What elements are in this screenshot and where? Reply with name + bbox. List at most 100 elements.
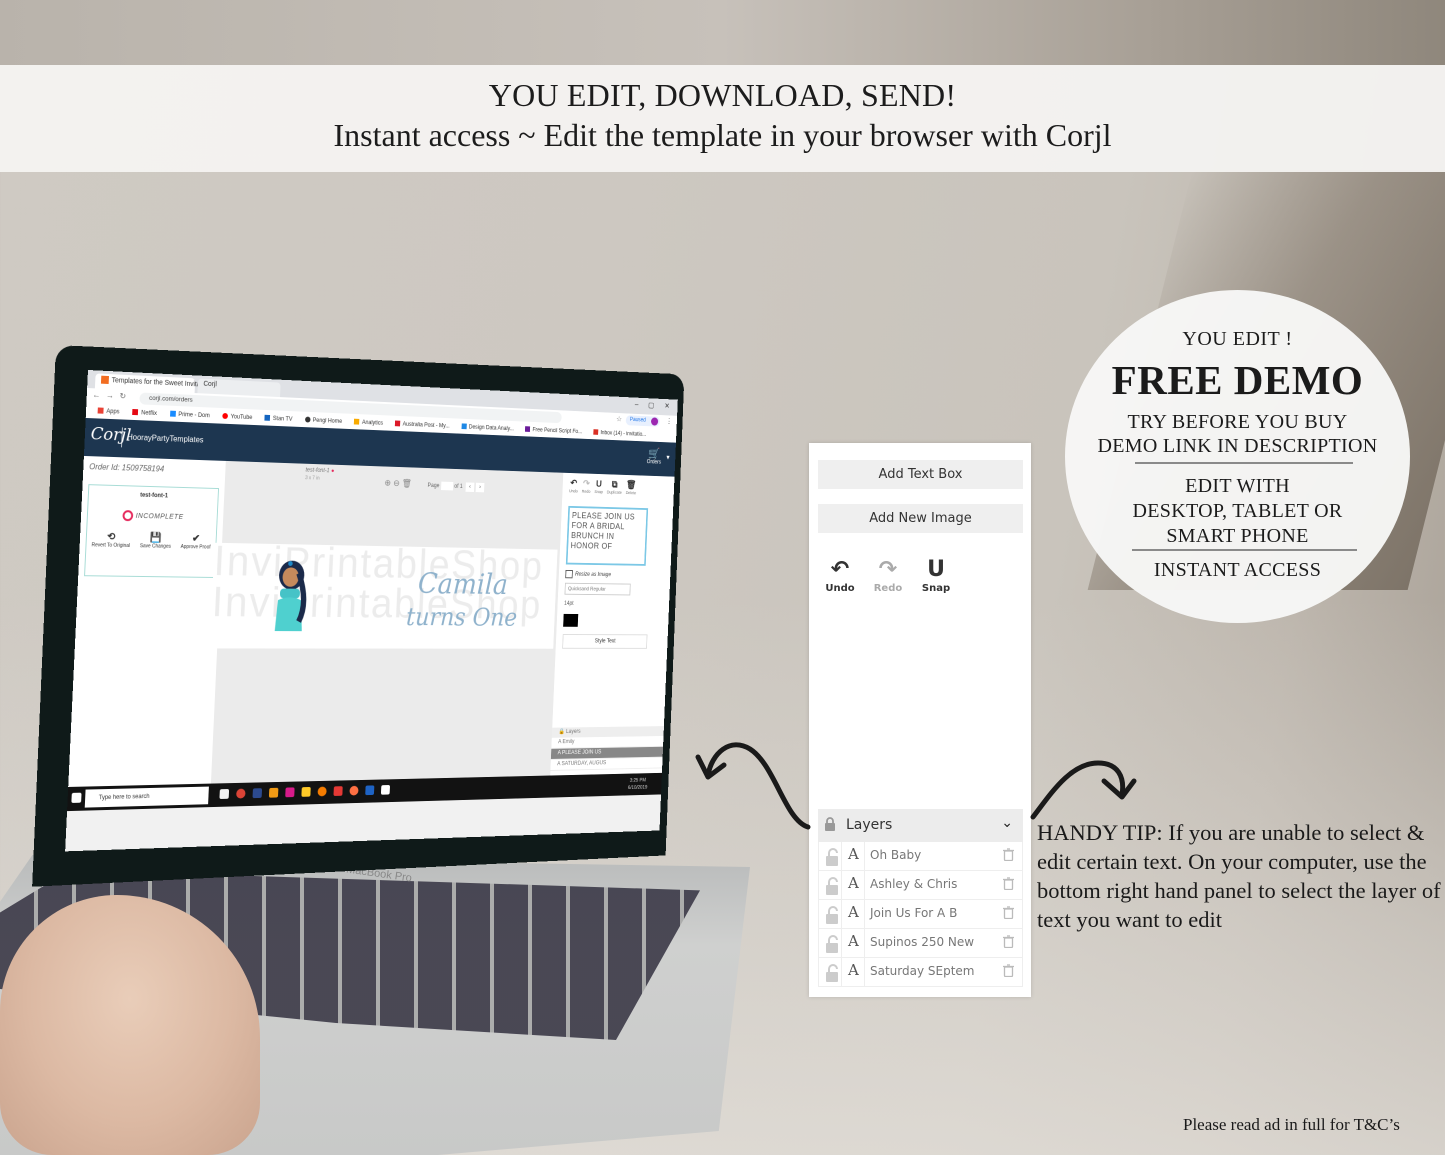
- taskbar-search[interactable]: Type here to search: [84, 786, 209, 808]
- undo-button[interactable]: ↶ Undo: [825, 557, 855, 594]
- editor-panel-zoom: Add Text Box Add New Image ↶ Undo ↷ Redo…: [809, 443, 1031, 997]
- redo-button[interactable]: ↷ Redo: [873, 557, 903, 594]
- duplicate-icon: ⧉: [611, 479, 618, 491]
- bookmark[interactable]: Stan TV: [264, 412, 293, 427]
- unlock-icon[interactable]: [825, 848, 847, 870]
- unlock-icon[interactable]: [825, 906, 847, 928]
- unlock-icon[interactable]: [825, 935, 847, 957]
- illustrator-icon[interactable]: [268, 787, 279, 798]
- delete-button[interactable]: 🗑 Delete: [626, 480, 637, 495]
- trash-icon[interactable]: [1003, 906, 1014, 919]
- menu-icon[interactable]: ⋮: [666, 417, 673, 425]
- reload-icon[interactable]: ↻: [119, 392, 126, 401]
- order-id: Order Id: 1509758194: [89, 462, 165, 474]
- trash-icon[interactable]: [1003, 935, 1014, 948]
- banner-design[interactable]: InviPrintableShop InviPrintableShop Cami…: [209, 542, 558, 649]
- layers-panel: Layers ⌄ A Oh Baby A Ashley & Chris A Jo…: [818, 809, 1023, 987]
- page-input[interactable]: [440, 481, 453, 491]
- canvas-tools: ⊕ ⊖ 🗑: [384, 478, 412, 489]
- editor-tools: ↶ Undo ↷ Redo U Snap: [825, 557, 951, 594]
- layer-name: Join Us For A B: [870, 906, 958, 920]
- color-swatch[interactable]: [563, 613, 579, 627]
- badge-title: FREE DEMO: [1111, 357, 1364, 403]
- zoom-out-icon[interactable]: ⊖: [393, 478, 400, 488]
- layer-row[interactable]: A Join Us For A B: [818, 900, 1023, 929]
- layer-row[interactable]: A Oh Baby: [818, 842, 1023, 871]
- resize-checkbox[interactable]: Resize as Image: [565, 569, 611, 579]
- unlock-icon[interactable]: [825, 877, 847, 899]
- add-new-image-button[interactable]: Add New Image: [818, 504, 1023, 533]
- close-window-icon[interactable]: ✕: [664, 402, 670, 410]
- layer-row[interactable]: A Supinos 250 New: [818, 929, 1023, 958]
- font-size-select[interactable]: 14pt: [564, 601, 574, 607]
- media-player-icon[interactable]: [317, 786, 327, 797]
- windows-start-icon[interactable]: [71, 792, 82, 803]
- firefox-icon[interactable]: [349, 785, 359, 796]
- canvas-text-name[interactable]: Camila: [417, 568, 508, 602]
- profile-button[interactable]: Paused: [625, 415, 660, 427]
- template-name: test-font-1: [139, 492, 169, 500]
- indesign-icon[interactable]: [285, 787, 295, 798]
- trash-icon[interactable]: [1003, 848, 1014, 861]
- mini-layer-item[interactable]: A SATURDAY, AUGUS: [550, 757, 663, 771]
- style-text-dropdown[interactable]: Style Text: [562, 634, 648, 649]
- text-type-icon: A: [848, 932, 859, 950]
- save-button[interactable]: 💾 Save Changes: [140, 532, 172, 550]
- trash-icon: 🗑: [625, 480, 637, 491]
- caret-down-icon[interactable]: ▼: [665, 455, 671, 461]
- next-page-button[interactable]: ›: [475, 482, 485, 493]
- undo-button[interactable]: ↶ Undo: [569, 478, 578, 494]
- snap-button[interactable]: U Snap: [594, 479, 603, 494]
- redo-button[interactable]: ↷ Redo: [582, 479, 591, 494]
- badge-instant-access: INSTANT ACCESS: [1153, 559, 1322, 581]
- layer-row[interactable]: A Saturday SEptem: [818, 958, 1023, 987]
- font-select[interactable]: Quicksand Regular: [564, 582, 631, 596]
- avatar: [650, 417, 659, 426]
- undo-icon: ↶: [830, 557, 850, 582]
- bookmark[interactable]: Netflix: [132, 406, 157, 421]
- duplicate-button[interactable]: ⧉ Duplicate: [607, 480, 623, 495]
- zoom-in-icon[interactable]: ⊕: [384, 478, 391, 488]
- layer-name: Supinos 250 New: [870, 935, 975, 949]
- add-text-box-button[interactable]: Add Text Box: [818, 460, 1023, 489]
- text-type-icon: A: [848, 874, 859, 892]
- folder-icon[interactable]: [301, 786, 311, 797]
- magnet-icon: U: [595, 479, 603, 490]
- orders-button[interactable]: 🛒 Orders: [647, 447, 662, 465]
- trash-icon[interactable]: 🗑: [402, 478, 412, 488]
- system-clock[interactable]: 3:25 PM 6/10/2019: [628, 777, 648, 792]
- snap-button[interactable]: U Snap: [921, 557, 951, 594]
- forward-icon[interactable]: →: [106, 391, 114, 400]
- template-card[interactable]: test-font-1 INCOMPLETE ⟲ Revert To Origin…: [84, 484, 220, 578]
- outlook-icon[interactable]: [365, 785, 375, 796]
- minimize-icon[interactable]: –: [635, 400, 639, 408]
- trash-icon[interactable]: [1003, 877, 1014, 890]
- orders-panel: Order Id: 1509758194 test-font-1 INCOMPL…: [65, 455, 226, 852]
- canvas-text-subtitle[interactable]: turns One: [406, 603, 518, 632]
- prev-page-button[interactable]: ‹: [465, 482, 475, 493]
- back-icon[interactable]: ←: [92, 390, 100, 399]
- layer-row[interactable]: A Ashley & Chris: [818, 871, 1023, 900]
- curly-arrow-right-icon: [1030, 760, 1137, 820]
- approve-button[interactable]: ✔ Approve Proof: [181, 533, 212, 550]
- corjl-logo[interactable]: Corjl: [90, 424, 131, 445]
- star-icon[interactable]: ☆: [616, 415, 622, 423]
- bookmark[interactable]: Apps: [97, 404, 120, 419]
- badge-devices: EDIT WITH DESKTOP, TABLET OR SMART PHONE: [1132, 475, 1343, 547]
- revert-button[interactable]: ⟲ Revert To Original: [91, 531, 130, 549]
- bookmark[interactable]: YouTube: [222, 410, 253, 425]
- chrome-icon[interactable]: [236, 788, 246, 799]
- selected-text-input[interactable]: PLEASE JOIN US FOR A BRIDAL BRUNCH IN HO…: [565, 505, 649, 566]
- photoshop-icon[interactable]: [252, 788, 263, 799]
- acrobat-icon[interactable]: [333, 786, 343, 796]
- redo-icon: ↷: [878, 557, 898, 582]
- trash-icon[interactable]: [1003, 964, 1014, 977]
- unlock-icon[interactable]: [825, 964, 847, 986]
- chevron-down-icon[interactable]: ⌄: [1001, 815, 1013, 831]
- layers-header[interactable]: Layers ⌄: [818, 809, 1023, 842]
- maximize-icon[interactable]: ▢: [648, 401, 654, 409]
- store-icon[interactable]: [219, 788, 230, 800]
- mail-icon[interactable]: [380, 785, 391, 795]
- bookmark[interactable]: Analytics: [354, 416, 383, 431]
- magnet-icon: U: [927, 557, 945, 582]
